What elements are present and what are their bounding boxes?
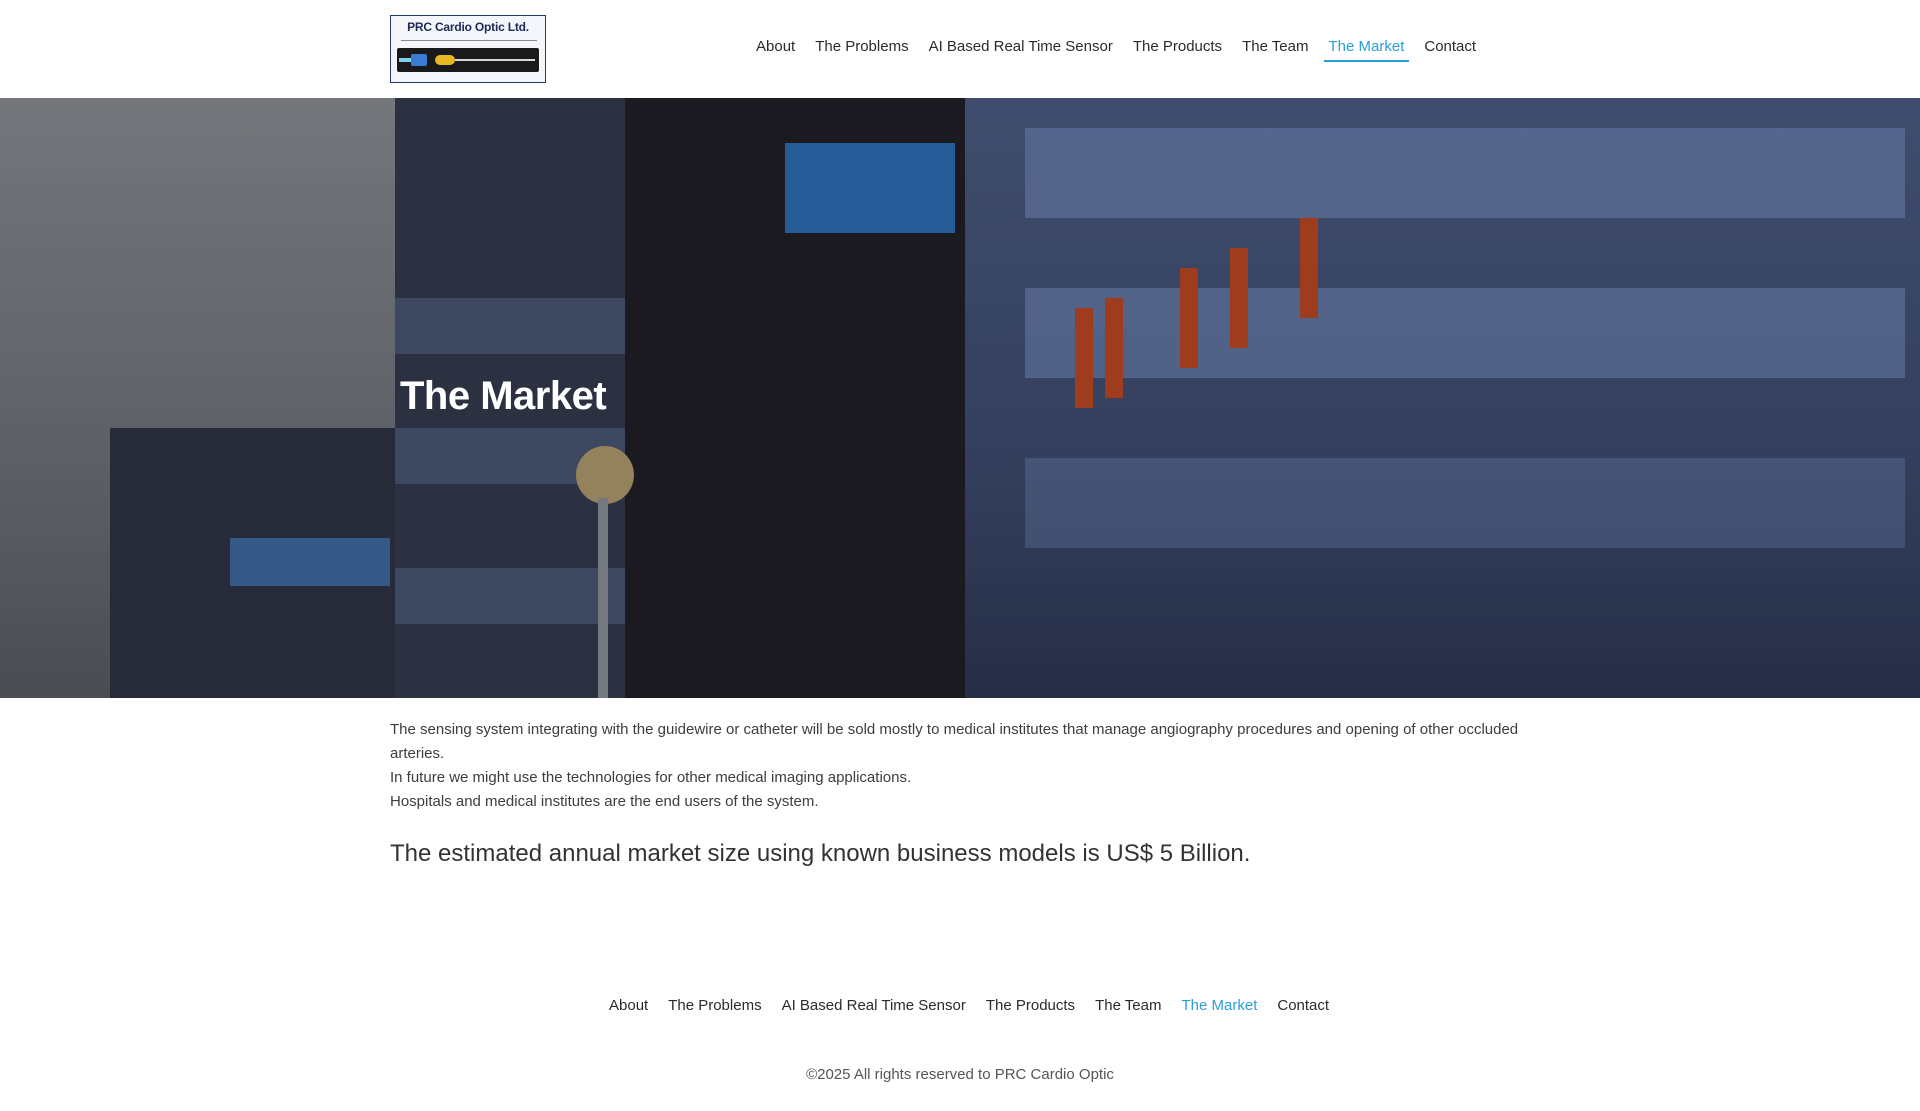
guidewire-sensor-graphic [397, 48, 539, 72]
nav-link-about[interactable]: About [751, 36, 800, 62]
footer-nav: About The Problems AI Based Real Time Se… [604, 995, 1344, 1019]
logo-title: PRC Cardio Optic Ltd. [407, 20, 529, 34]
footer-link-contact[interactable]: Contact [1272, 995, 1334, 1019]
copyright-text: ©2025 All rights reserved to PRC Cardio … [806, 1066, 1114, 1083]
market-paragraph-3: Hospitals and medical institutes are the… [390, 793, 819, 810]
main-nav: About The Problems AI Based Real Time Se… [751, 36, 1491, 62]
market-paragraph-1: The sensing system integrating with the … [390, 721, 1519, 762]
nav-link-the-market[interactable]: The Market [1323, 36, 1410, 62]
footer-link-the-products[interactable]: The Products [981, 995, 1080, 1019]
footer-link-the-team[interactable]: The Team [1090, 995, 1166, 1019]
nav-link-contact[interactable]: Contact [1419, 36, 1481, 62]
nav-link-the-problems[interactable]: The Problems [810, 36, 913, 62]
site-header: PRC Cardio Optic Ltd. About The Problems… [0, 0, 1920, 98]
nav-link-ai-sensor[interactable]: AI Based Real Time Sensor [924, 36, 1118, 62]
footer-link-the-market[interactable]: The Market [1177, 995, 1263, 1019]
footer-link-the-problems[interactable]: The Problems [663, 995, 766, 1019]
main-content: The sensing system integrating with the … [390, 718, 1530, 870]
nav-link-the-team[interactable]: The Team [1237, 36, 1313, 62]
page-title: The Market [400, 374, 607, 418]
logo-guideline-graphic [401, 40, 537, 45]
market-paragraph-2: In future we might use the technologies … [390, 769, 912, 786]
market-size-highlight: The estimated annual market size using k… [390, 840, 1251, 867]
footer-link-ai-sensor[interactable]: AI Based Real Time Sensor [777, 995, 971, 1019]
company-logo[interactable]: PRC Cardio Optic Ltd. [390, 15, 546, 83]
footer-link-about[interactable]: About [604, 995, 653, 1019]
hero-banner: The Market [0, 98, 1920, 698]
nav-link-the-products[interactable]: The Products [1128, 36, 1227, 62]
